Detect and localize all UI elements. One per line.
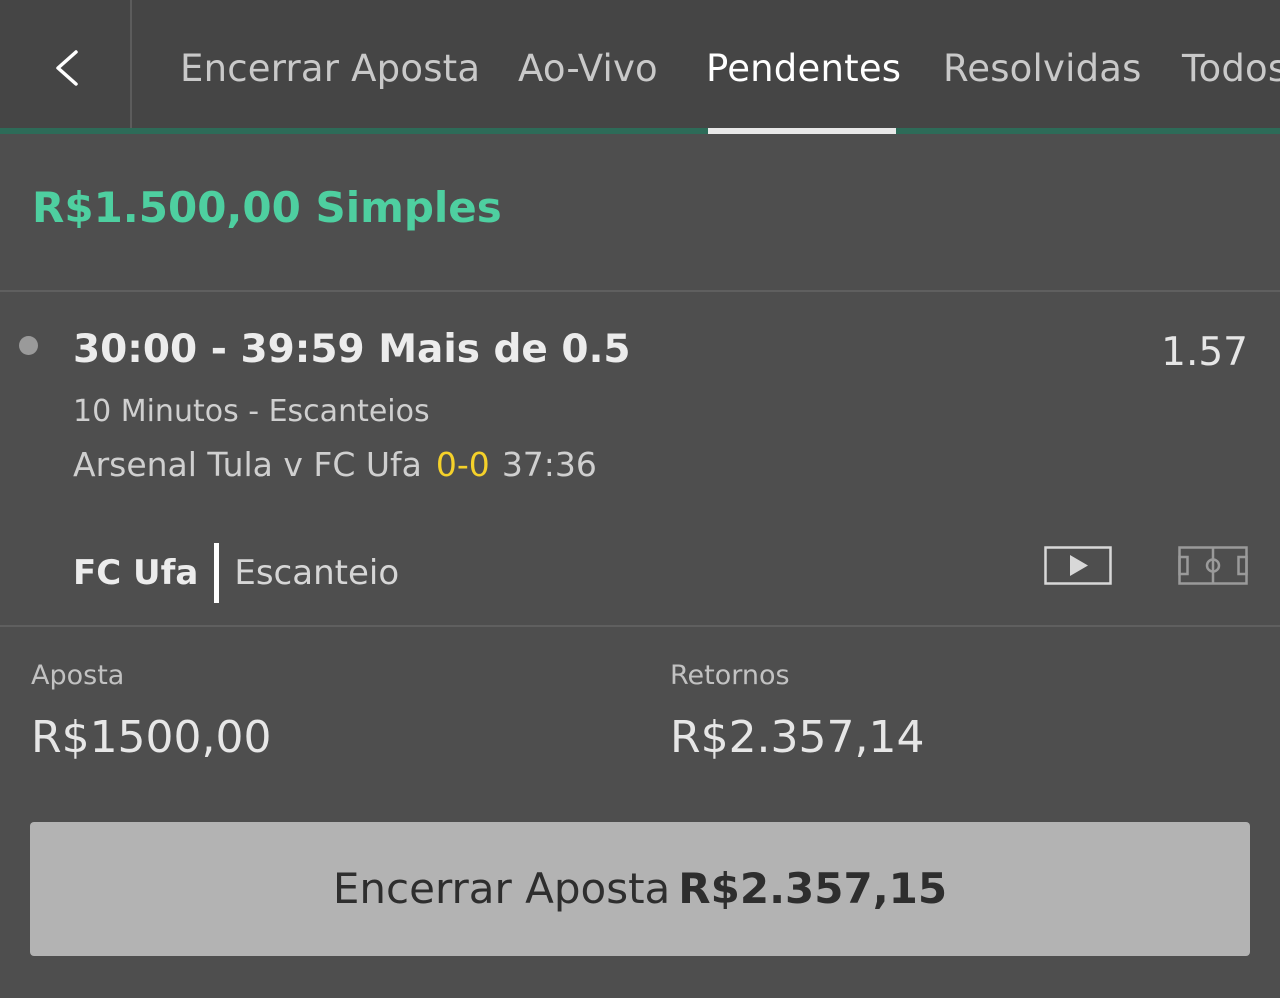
incident-separator <box>214 543 220 603</box>
bet-title: R$1.500,00 Simples <box>32 183 502 232</box>
returns-label: Retornos <box>670 660 790 691</box>
incident-type: Escanteio <box>234 553 400 593</box>
top-nav: Encerrar Aposta Ao-Vivo Pendentes Resolv… <box>0 0 1280 128</box>
nav-accent-line <box>0 128 1280 134</box>
match-score: 0-0 <box>435 445 490 484</box>
stake-value: R$1500,00 <box>31 712 272 763</box>
returns-value: R$2.357,14 <box>670 712 925 763</box>
incident-team: FC Ufa <box>73 553 199 593</box>
divider <box>0 625 1280 627</box>
pitch-icon[interactable] <box>1178 546 1248 590</box>
stake-label: Aposta <box>31 660 125 691</box>
status-dot <box>19 336 38 355</box>
cashout-amount: R$2.357,15 <box>678 864 948 913</box>
play-video-icon[interactable] <box>1044 546 1112 590</box>
last-incident: FC Ufa Escanteio <box>73 543 399 603</box>
event-line: Arsenal Tula v FC Ufa 0-0 37:36 <box>73 445 597 484</box>
odds: 1.57 <box>1161 330 1248 375</box>
selection-name: 30:00 - 39:59 Mais de 0.5 <box>73 327 631 372</box>
tab-ao-vivo[interactable]: Ao-Vivo <box>518 44 658 94</box>
active-tab-indicator <box>708 128 896 134</box>
market-name: 10 Minutos - Escanteios <box>73 394 430 429</box>
event-name: Arsenal Tula v FC Ufa <box>73 445 422 484</box>
match-clock: 37:36 <box>501 445 597 484</box>
divider <box>0 290 1280 292</box>
tab-encerrar-aposta[interactable]: Encerrar Aposta <box>180 44 480 94</box>
back-button[interactable] <box>0 0 132 128</box>
tab-resolvidas[interactable]: Resolvidas <box>943 44 1142 94</box>
tab-pendentes[interactable]: Pendentes <box>706 44 901 94</box>
tab-todos[interactable]: Todos <box>1182 44 1280 94</box>
cashout-label: Encerrar Aposta <box>332 864 671 913</box>
cashout-button[interactable]: Encerrar Aposta R$2.357,15 <box>30 822 1250 956</box>
chevron-left-icon <box>56 50 78 86</box>
